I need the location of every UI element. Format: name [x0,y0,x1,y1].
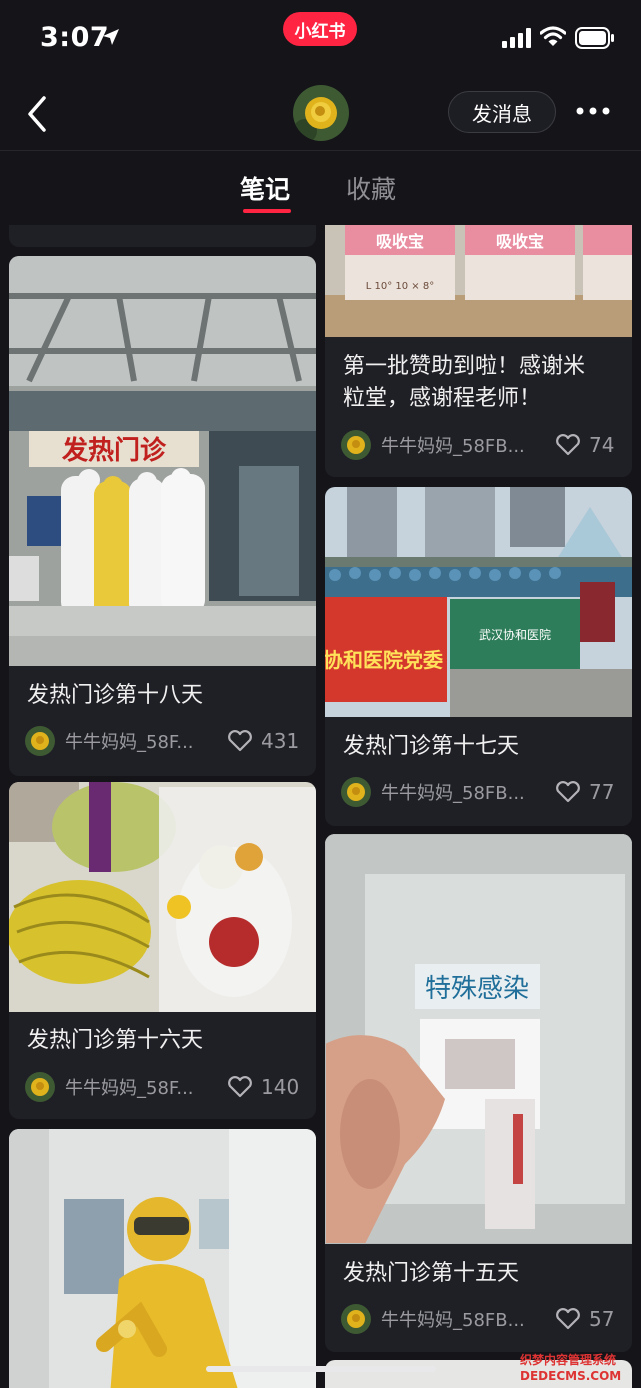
tab-saved[interactable]: 收藏 [346,170,396,206]
note-author-row[interactable]: 牛牛妈妈_58F... [25,1072,194,1102]
battery-icon [575,27,614,49]
yellow-suit-photo [9,1129,316,1388]
heart-icon [556,781,580,803]
home-indicator [206,1366,436,1372]
note-title: 发热门诊第十六天 [27,1028,204,1053]
note-title: 发热门诊第十七天 [343,734,520,759]
like-button[interactable]: 431 [227,726,299,756]
like-count: 77 [589,780,615,804]
author-name: 牛牛妈妈_58F... [65,1078,194,1099]
fever-clinic-photo: 发热门诊 [9,256,316,666]
fruit-bags-photo [9,782,316,1012]
author-name: 牛牛妈妈_58FB... [381,1310,525,1331]
author-name: 牛牛妈妈_58F... [65,732,194,753]
author-avatar [341,430,371,460]
like-button[interactable]: 57 [555,1304,614,1334]
like-button[interactable]: 140 [227,1072,299,1102]
heart-icon [228,730,252,752]
signal-icon [502,28,531,48]
like-count: 74 [589,433,615,457]
fever-clinic-sign: 发热门诊 [61,435,167,466]
location-arrow-icon [103,29,119,45]
box-brand-text: 吸收宝 [496,232,544,251]
notes-feed[interactable]: 发热门诊 发热门诊第十八天 牛牛妈妈_58F... 431 吸收宝 L 10° … [0,225,641,1388]
like-count: 140 [261,1075,300,1099]
author-avatar [341,1304,371,1334]
author-name: 牛牛妈妈_58FB... [381,783,525,804]
more-options-icon[interactable] [576,103,610,119]
author-name: 牛牛妈妈_58FB... [381,436,525,457]
note-title: 发热门诊第十五天 [343,1261,520,1286]
watermark-line: 织梦内容管理系统 [520,1353,617,1367]
note-author-row[interactable]: 牛牛妈妈_58F... [25,726,194,756]
note-title-line: 第一批赞助到啦！感谢米 [343,354,586,379]
author-avatar [341,777,371,807]
box-brand-text: 吸收宝 [376,232,424,251]
note-author-row[interactable]: 牛牛妈妈_58FB... [341,777,525,807]
like-count: 57 [589,1307,615,1331]
active-tab-indicator [243,209,291,213]
tab-notes[interactable]: 笔记 [240,170,290,206]
note-title: 第一批赞助到啦！感谢米 粒堂，感谢程老师！ [343,351,623,415]
note-author-row[interactable]: 牛牛妈妈_58FB... [341,430,525,460]
author-avatar [25,1072,55,1102]
watermark: 织梦内容管理系统 DEDECMS.COM [520,1352,621,1384]
back-icon[interactable] [24,94,52,134]
note-card[interactable]: 吸收宝 L 10° 10 × 8° 吸收宝 第一批赞助到啦！感谢米 粒堂，感谢程… [325,225,632,477]
note-title-line: 粒堂，感谢程老师！ [343,386,542,411]
watermark-line: DEDECMS.COM [520,1369,622,1383]
heart-icon [556,1308,580,1330]
app-badge: 小红书 [283,12,357,46]
infection-bag-photo: 特殊感染 [325,834,632,1244]
status-time: 3:07 [40,22,110,53]
note-title: 发热门诊第十八天 [27,683,204,708]
heart-icon [228,1076,252,1098]
note-card[interactable]: 发热门诊第十六天 牛牛妈妈_58F... 140 [9,782,316,1119]
like-button[interactable]: 74 [555,430,614,460]
hospital-rally-photo: 协和医院党委 武汉协和医院 [325,487,632,717]
send-message-button[interactable]: 发消息 [448,91,556,133]
like-button[interactable]: 77 [555,777,614,807]
wifi-icon [540,26,566,46]
profile-avatar[interactable] [293,85,349,141]
banner-text: 协和医院党委 [325,648,443,672]
heart-icon [556,434,580,456]
donation-boxes-photo: 吸收宝 L 10° 10 × 8° 吸收宝 [325,225,632,337]
bag-label-text: 特殊感染 [425,974,529,1004]
note-card[interactable]: 发热门诊 发热门诊第十八天 牛牛妈妈_58F... 431 [9,256,316,776]
like-count: 431 [261,729,300,753]
note-card[interactable] [9,1129,316,1388]
author-avatar [25,726,55,756]
box-size-text: L 10° 10 × 8° [366,281,434,292]
note-card-partial[interactable] [9,225,316,247]
rose-avatar-image [293,85,349,141]
banner-text: 武汉协和医院 [479,627,551,642]
tab-bar [0,151,641,225]
note-card[interactable]: 协和医院党委 武汉协和医院 发热门诊第十七天 牛牛妈妈_58FB... 77 [325,487,632,826]
note-author-row[interactable]: 牛牛妈妈_58FB... [341,1304,525,1334]
note-card[interactable]: 特殊感染 发热门诊第十五天 牛牛妈妈_58FB... 57 [325,834,632,1352]
